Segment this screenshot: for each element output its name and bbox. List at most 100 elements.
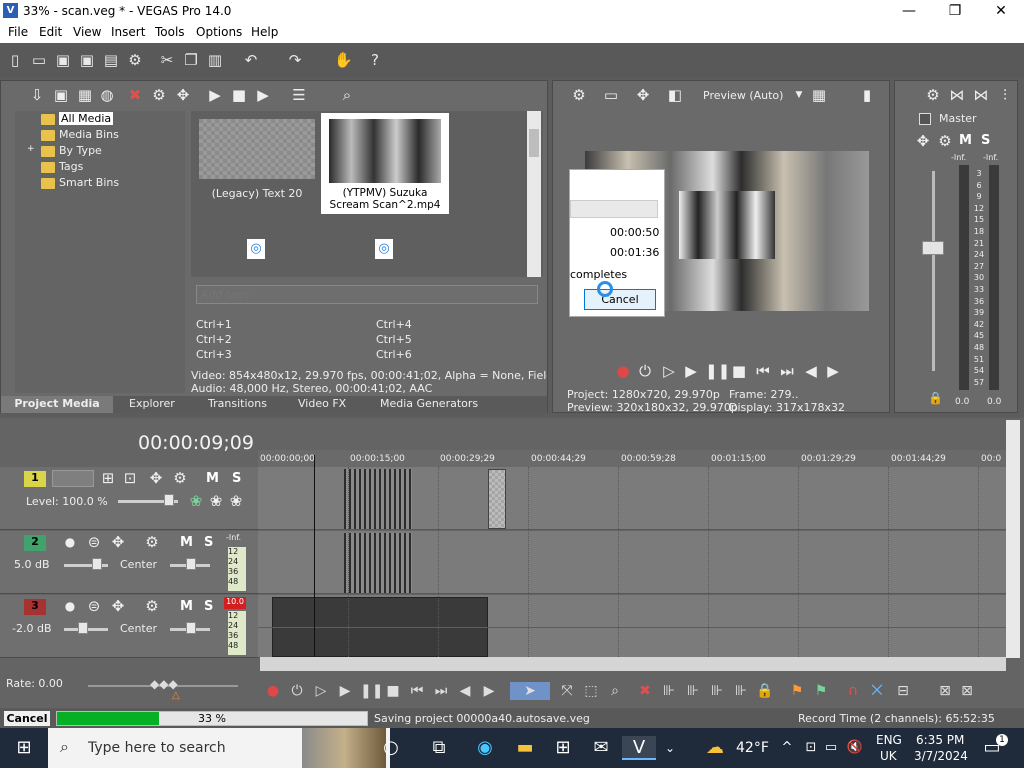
stop-icon[interactable]: ■ [729, 361, 749, 381]
pan-crop-icon[interactable]: ✥ [173, 85, 193, 105]
composite-mode-icon[interactable]: ❀ [186, 491, 206, 511]
paste-icon[interactable]: ▥ [206, 51, 224, 69]
track-header-3[interactable]: 3 ● ⊜ ✥ ⚙ M S -2.0 dB Center 10.0 12 24 … [0, 595, 258, 658]
slider-knob[interactable] [186, 558, 196, 570]
capture-icon[interactable]: ▣ [51, 85, 71, 105]
arm-record-icon[interactable]: ● [60, 596, 80, 616]
play-icon[interactable]: ▶ [336, 682, 354, 700]
mixer-settings-gear-icon[interactable]: ⚙ [923, 85, 943, 105]
menu-edit[interactable]: Edit [39, 25, 62, 39]
track-header-2[interactable]: 2 ● ⊜ ✥ ⚙ M S 5.0 dB Center -Inf. 12 24 … [0, 531, 258, 594]
loop-icon[interactable]: ⏻ [635, 361, 655, 381]
redo-icon[interactable]: ↷ [286, 51, 304, 69]
pan-icon[interactable]: ✥ [108, 596, 128, 616]
tree-by-type[interactable]: By Type [41, 144, 102, 157]
clock-date[interactable]: 3/7/2024 [914, 749, 968, 763]
track-motion-icon[interactable]: ⊞ [98, 468, 118, 488]
menu-insert[interactable]: Insert [111, 25, 145, 39]
open-icon[interactable]: ▭ [30, 51, 48, 69]
maximize-button[interactable]: ❐ [932, 0, 978, 23]
tab-project-media[interactable]: Project Media [1, 396, 113, 413]
slider-knob[interactable] [186, 622, 196, 634]
render-icon[interactable]: ▤ [102, 51, 120, 69]
play-from-start-icon[interactable]: ▷ [312, 682, 330, 700]
media-fx-icon[interactable]: ⚙ [149, 85, 169, 105]
media-list-scrollbar[interactable] [527, 111, 541, 277]
windows-start-icon[interactable]: ⊞ [12, 736, 36, 760]
tree-all-media[interactable]: All Media [41, 112, 114, 125]
rate-slider-knob[interactable]: ◆◆◆ [150, 677, 178, 691]
downmix-icon[interactable]: ⫶ [995, 85, 1015, 105]
split-icon[interactable]: ⊪ [732, 682, 750, 700]
lock-envelopes-icon[interactable]: ⊠ [958, 682, 976, 700]
dialog-cancel-button[interactable]: Cancel [584, 289, 656, 310]
split-screen-icon[interactable]: ✥ [633, 85, 653, 105]
selection-tool-icon[interactable]: ⬚ [582, 682, 600, 700]
next-frame-icon[interactable]: ▶ [823, 361, 843, 381]
save-as-icon[interactable]: ▣ [78, 51, 96, 69]
task-view-icon[interactable]: ⧉ [426, 736, 452, 760]
play-icon[interactable]: ▶ [681, 361, 701, 381]
solo-button[interactable]: S [204, 535, 213, 550]
normal-edit-tool-icon[interactable]: ➤ [510, 682, 550, 700]
network-icon[interactable]: ⊡ [802, 736, 820, 760]
mute-button[interactable]: M [959, 133, 972, 148]
lock-icon[interactable]: 🔒 [756, 682, 774, 700]
snapping-icon[interactable]: ∩ [844, 682, 862, 700]
master-fader-track[interactable] [932, 171, 935, 371]
delete-icon[interactable]: ✖ [636, 682, 654, 700]
weather-icon[interactable]: ☁ [702, 736, 728, 760]
text-media-thumbnail[interactable] [199, 119, 315, 179]
menu-options[interactable]: Options [196, 25, 242, 39]
slider-knob[interactable] [78, 622, 88, 634]
scrollbar-thumb[interactable] [529, 129, 539, 157]
ripple-mode-icon[interactable]: ⊠ [936, 682, 954, 700]
auto-crossfade-icon[interactable]: ⨉ [868, 682, 886, 700]
pan-icon[interactable]: ✥ [108, 532, 128, 552]
grid-icon[interactable]: ▦ [809, 85, 829, 105]
video-event[interactable] [344, 469, 412, 529]
zoom-tool-icon[interactable]: ⌕ [606, 682, 624, 700]
pause-icon[interactable]: ❚❚ [360, 682, 383, 700]
phase-invert-icon[interactable]: ⊜ [84, 532, 104, 552]
menu-file[interactable]: File [8, 25, 28, 39]
lock-icon[interactable]: 🔒 [928, 391, 943, 405]
chevron-down-icon[interactable]: ⌄ [662, 736, 678, 760]
copy-icon[interactable]: ❐ [182, 51, 200, 69]
time-ruler[interactable]: 00:00:00;00 00:00:15;00 00:00:29;29 00:0… [258, 450, 1006, 467]
cortana-icon[interactable]: ○ [378, 736, 404, 760]
mute-button[interactable]: M [206, 471, 219, 486]
selected-media-item[interactable]: (YTPMV) Suzuka Scream Scan^2.mp4 [321, 113, 449, 214]
pan-icon[interactable]: ✥ [146, 468, 166, 488]
tree-smart-bins[interactable]: Smart Bins [41, 176, 119, 189]
tab-explorer[interactable]: Explorer [129, 396, 175, 410]
previous-frame-icon[interactable]: ◀ [801, 361, 821, 381]
import-media-icon[interactable]: ⇩ [27, 85, 47, 105]
go-to-start-icon[interactable]: ⏮ [408, 682, 426, 700]
menu-view[interactable]: View [73, 25, 101, 39]
save-icon[interactable]: ▣ [54, 51, 72, 69]
remove-icon[interactable]: ✖ [125, 85, 145, 105]
taskbar-search-box[interactable]: ⌕ Type here to search [48, 728, 390, 768]
stop-icon[interactable]: ■ [384, 682, 402, 700]
store-icon[interactable]: ⊞ [550, 736, 576, 760]
play-icon[interactable]: ▶ [205, 85, 225, 105]
marker-icon[interactable]: ⚑ [788, 682, 806, 700]
tree-tags[interactable]: Tags [41, 160, 83, 173]
settings-gear-icon[interactable]: ⚙ [126, 51, 144, 69]
go-to-end-icon[interactable]: ⏭ [432, 682, 450, 700]
tab-transitions[interactable]: Transitions [208, 396, 267, 410]
solo-button[interactable]: S [232, 471, 241, 486]
weather-temp[interactable]: 42°F [736, 740, 769, 756]
overlays-icon[interactable]: ◧ [665, 85, 685, 105]
views-icon[interactable]: ☰ [289, 85, 309, 105]
tree-media-bins[interactable]: Media Bins [41, 128, 119, 141]
external-monitor-icon[interactable]: ▭ [601, 85, 621, 105]
playhead-cursor[interactable] [314, 455, 315, 657]
mail-icon[interactable]: ✉ [588, 736, 614, 760]
timeline-vertical-scrollbar[interactable] [1006, 420, 1020, 658]
loop-icon[interactable]: ⏻ [288, 682, 306, 700]
clock-time[interactable]: 6:35 PM [916, 733, 964, 747]
track-lane-3[interactable] [258, 595, 1006, 658]
insert-bus-icon[interactable]: ⋈ [947, 85, 967, 105]
